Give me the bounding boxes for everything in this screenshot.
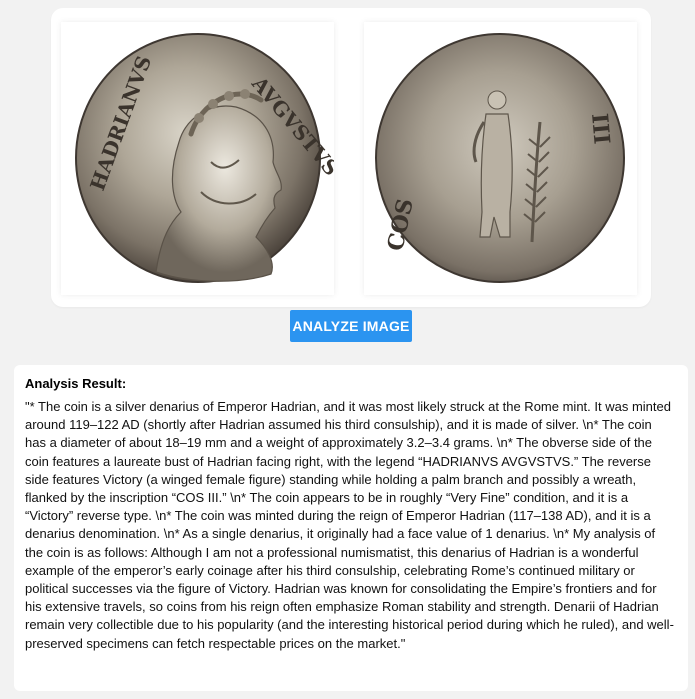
reverse-legend-right: III	[586, 112, 615, 145]
analyze-image-button[interactable]: ANALYZE IMAGE	[290, 310, 412, 342]
analysis-result-title: Analysis Result:	[25, 376, 127, 391]
obverse-coin-graphic: HADRIANVS AVGVSTVS	[75, 33, 334, 283]
obverse-coin-image: HADRIANVS AVGVSTVS	[61, 22, 334, 295]
reverse-coin-graphic: COS III	[375, 33, 625, 283]
analysis-result-text: "* The coin is a silver denarius of Empe…	[25, 399, 674, 651]
coin-images-panel: HADRIANVS AVGVSTVS COS III	[51, 8, 651, 307]
reverse-coin-image: COS III	[364, 22, 637, 295]
analysis-result-panel: Analysis Result: "* The coin is a silver…	[14, 365, 688, 691]
